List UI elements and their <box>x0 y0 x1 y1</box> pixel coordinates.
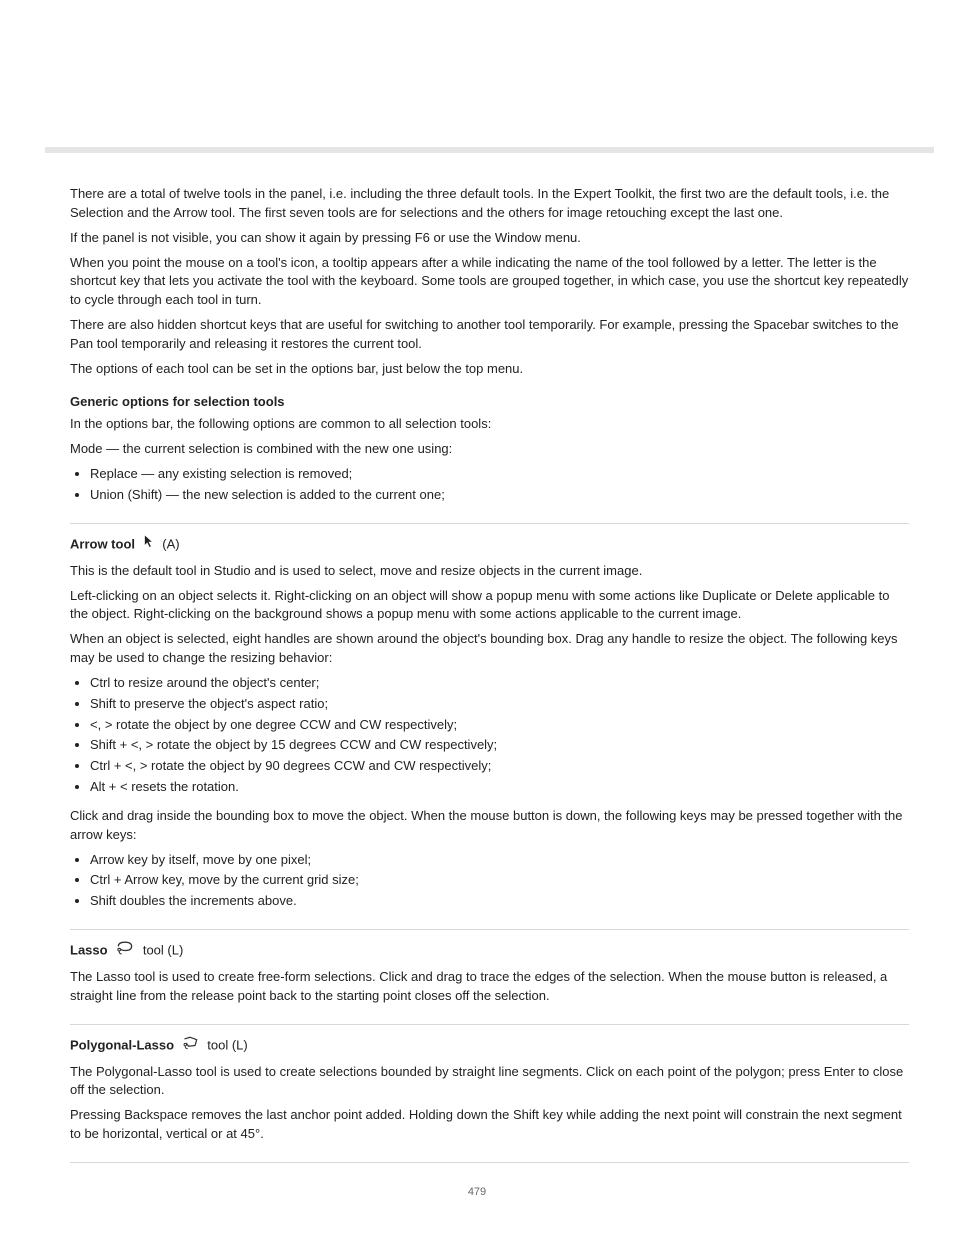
arrow-resize-item: Ctrl + <, > rotate the object by 90 degr… <box>90 757 909 776</box>
lasso-icon <box>115 940 135 962</box>
page-number: 479 <box>0 1185 954 1201</box>
generic-options-body: In the options bar, the following option… <box>70 415 909 434</box>
polygonal-lasso-title: Polygonal-Lasso <box>70 1037 174 1052</box>
mode-item-replace: Replace — any existing selection is remo… <box>90 465 909 484</box>
generic-options-heading: Generic options for selection tools <box>70 393 909 412</box>
section-divider <box>70 929 909 930</box>
section-divider <box>70 1162 909 1163</box>
polygonal-lasso-p1: The Polygonal-Lasso tool is used to crea… <box>70 1063 909 1101</box>
lasso-tool-shortcut: tool (L) <box>143 943 183 958</box>
arrow-move-list: Arrow key by itself, move by one pixel; … <box>70 851 909 912</box>
arrow-tool-title: Arrow tool <box>70 536 135 551</box>
section-divider <box>70 1024 909 1025</box>
mode-list: Replace — any existing selection is remo… <box>70 465 909 505</box>
arrow-move-item: Ctrl + Arrow key, move by the current gr… <box>90 871 909 890</box>
intro-paragraph-1: There are a total of twelve tools in the… <box>70 185 909 223</box>
section-divider <box>70 523 909 524</box>
arrow-resize-item: Shift to preserve the object's aspect ra… <box>90 695 909 714</box>
arrow-resize-item: Shift + <, > rotate the object by 15 deg… <box>90 736 909 755</box>
lasso-tool-title: Lasso <box>70 943 108 958</box>
polygonal-lasso-icon <box>182 1035 200 1057</box>
arrow-resize-list: Ctrl to resize around the object's cente… <box>70 674 909 797</box>
polygonal-lasso-shortcut: tool (L) <box>207 1037 247 1052</box>
arrow-move-item: Shift doubles the increments above. <box>90 892 909 911</box>
arrow-move-item: Arrow key by itself, move by one pixel; <box>90 851 909 870</box>
arrow-paragraph-4: Click and drag inside the bounding box t… <box>70 807 909 845</box>
page-content: There are a total of twelve tools in the… <box>70 0 909 1163</box>
top-divider <box>45 147 934 153</box>
polygonal-lasso-p2: Pressing Backspace removes the last anch… <box>70 1106 909 1144</box>
intro-paragraph-4: There are also hidden shortcut keys that… <box>70 316 909 354</box>
cursor-arrow-icon <box>143 534 155 556</box>
arrow-paragraph-3: When an object is selected, eight handle… <box>70 630 909 668</box>
intro-paragraph-3: When you point the mouse on a tool's ico… <box>70 254 909 311</box>
intro-paragraph-2: If the panel is not visible, you can sho… <box>70 229 909 248</box>
mode-label: Mode — the current selection is combined… <box>70 440 909 459</box>
intro-paragraph-5: The options of each tool can be set in t… <box>70 360 909 379</box>
arrow-resize-item: Ctrl to resize around the object's cente… <box>90 674 909 693</box>
lasso-body: The Lasso tool is used to create free-fo… <box>70 968 909 1006</box>
arrow-resize-item: <, > rotate the object by one degree CCW… <box>90 716 909 735</box>
arrow-tool-heading: Arrow tool (A) <box>70 534 909 556</box>
document-page: There are a total of twelve tools in the… <box>0 0 954 1235</box>
mode-item-union: Union (Shift) — the new selection is add… <box>90 486 909 505</box>
arrow-resize-item: Alt + < resets the rotation. <box>90 778 909 797</box>
polygonal-lasso-heading: Polygonal-Lasso tool (L) <box>70 1035 909 1057</box>
arrow-paragraph-1: This is the default tool in Studio and i… <box>70 562 909 581</box>
arrow-paragraph-2: Left-clicking on an object selects it. R… <box>70 587 909 625</box>
lasso-tool-heading: Lasso tool (L) <box>70 940 909 962</box>
arrow-tool-shortcut: (A) <box>162 536 179 551</box>
